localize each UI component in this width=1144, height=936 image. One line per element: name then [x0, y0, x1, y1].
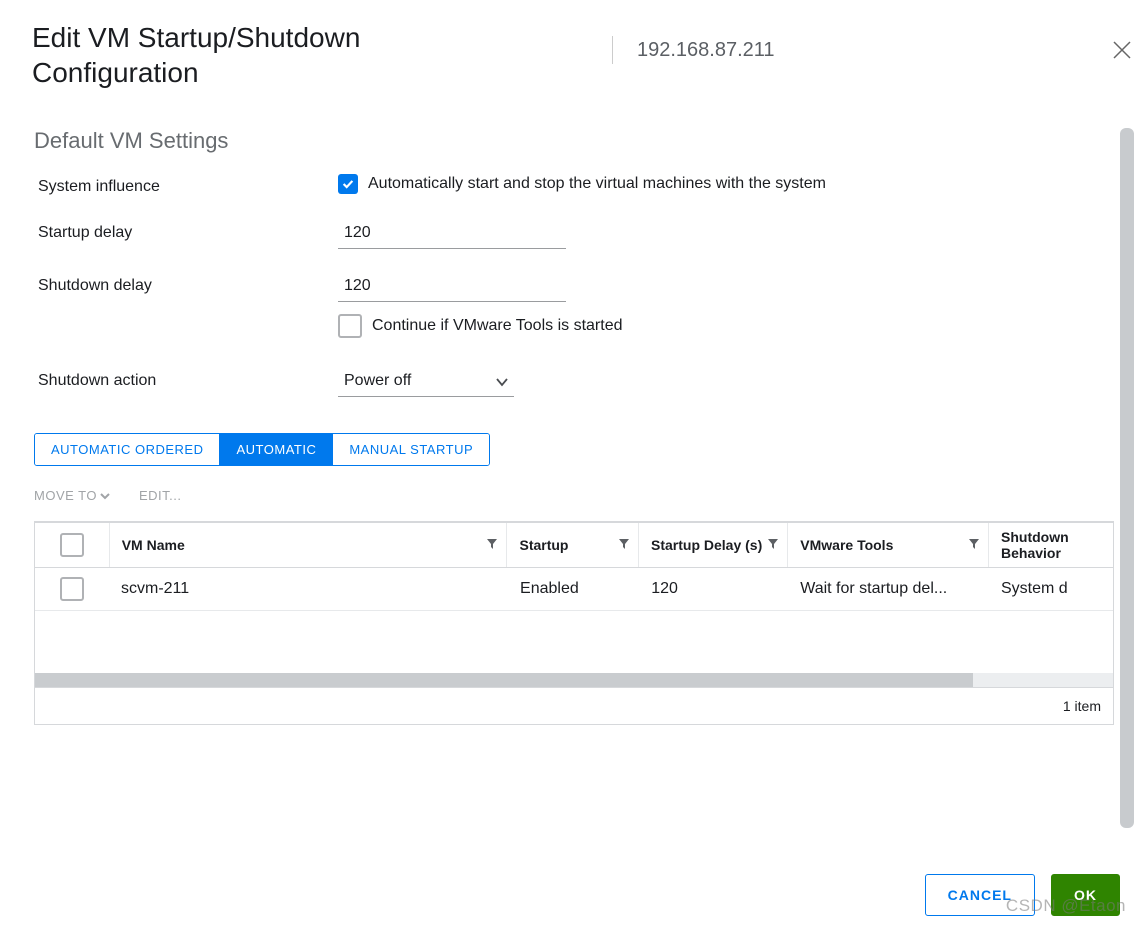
header-startup[interactable]: Startup: [507, 523, 639, 567]
header-behavior-label: Shutdown Behavior: [1001, 529, 1101, 561]
filter-icon[interactable]: [618, 537, 630, 553]
checkbox-icon: [60, 533, 84, 557]
dialog-header: Edit VM Startup/Shutdown Configuration 1…: [0, 20, 1144, 120]
header-vm-name-label: VM Name: [122, 537, 185, 553]
vertical-scrollbar[interactable]: [1120, 128, 1136, 841]
dialog: Edit VM Startup/Shutdown Configuration 1…: [0, 0, 1144, 936]
grid-header: VM Name Startup Startup Delay (s) VMware…: [35, 523, 1113, 568]
row-shutdown-delay: Shutdown delay: [38, 273, 1114, 302]
checkbox-icon: [60, 577, 84, 601]
select-shutdown-action[interactable]: Power off: [338, 368, 514, 397]
filter-icon[interactable]: [767, 537, 779, 553]
action-move-to[interactable]: MOVE TO: [34, 488, 111, 503]
header-delay[interactable]: Startup Delay (s): [639, 523, 788, 567]
filter-icon[interactable]: [486, 537, 498, 553]
grid-footer: 1 item: [35, 687, 1113, 724]
cancel-button[interactable]: CANCEL: [925, 874, 1035, 916]
action-edit[interactable]: EDIT...: [139, 488, 182, 503]
host-ip-wrap: 192.168.87.211: [612, 36, 775, 64]
input-startup-delay[interactable]: [338, 220, 566, 249]
grid-body: scvm-211 Enabled 120 Wait for startup de…: [35, 568, 1113, 673]
filter-icon[interactable]: [968, 537, 980, 553]
host-ip: 192.168.87.211: [637, 39, 775, 62]
row-continue-tools: Continue if VMware Tools is started: [38, 314, 1114, 338]
cell-startup: Enabled: [508, 568, 639, 610]
ok-button[interactable]: OK: [1051, 874, 1120, 916]
close-button[interactable]: [1110, 38, 1134, 67]
label-shutdown-action: Shutdown action: [38, 368, 338, 390]
header-startup-label: Startup: [519, 537, 568, 553]
chevron-down-icon: [494, 374, 510, 395]
scroll-thumb[interactable]: [1120, 128, 1134, 828]
cell-delay: 120: [639, 568, 788, 610]
vm-grid: VM Name Startup Startup Delay (s) VMware…: [34, 521, 1114, 725]
header-vm-name[interactable]: VM Name: [110, 523, 508, 567]
label-continue-tools: Continue if VMware Tools is started: [372, 317, 622, 335]
label-system-influence: System influence: [38, 174, 338, 196]
header-divider: [612, 36, 613, 64]
checkbox-auto-start[interactable]: Automatically start and stop the virtual…: [338, 174, 826, 194]
check-icon: [338, 174, 358, 194]
section-title: Default VM Settings: [34, 128, 1114, 154]
tab-group: AUTOMATIC ORDERED AUTOMATIC MANUAL START…: [34, 433, 490, 466]
row-system-influence: System influence Automatically start and…: [38, 174, 1114, 196]
cell-vm-name: scvm-211: [109, 568, 508, 610]
grid-actions: MOVE TO EDIT...: [34, 488, 1114, 503]
table-row[interactable]: scvm-211 Enabled 120 Wait for startup de…: [35, 568, 1113, 611]
row-startup-delay: Startup delay: [38, 220, 1114, 249]
action-move-to-label: MOVE TO: [34, 488, 97, 503]
checkbox-continue-tools[interactable]: Continue if VMware Tools is started: [338, 314, 622, 338]
tab-automatic[interactable]: AUTOMATIC: [220, 434, 333, 465]
tab-manual-startup[interactable]: MANUAL STARTUP: [333, 434, 489, 465]
header-delay-label: Startup Delay (s): [651, 537, 762, 553]
dialog-buttons: CANCEL OK: [925, 874, 1120, 916]
dialog-title: Edit VM Startup/Shutdown Configuration: [32, 20, 512, 90]
label-auto-start: Automatically start and stop the virtual…: [368, 175, 826, 193]
header-behavior[interactable]: Shutdown Behavior: [989, 523, 1113, 567]
header-select-all[interactable]: [35, 523, 110, 567]
tab-automatic-ordered[interactable]: AUTOMATIC ORDERED: [35, 434, 220, 465]
cell-tools: Wait for startup del...: [788, 568, 989, 610]
checkbox-icon: [338, 314, 362, 338]
row-checkbox[interactable]: [35, 568, 109, 610]
chevron-down-icon: [99, 490, 111, 502]
label-shutdown-delay: Shutdown delay: [38, 273, 338, 295]
cell-behavior: System d: [989, 568, 1113, 610]
row-shutdown-action: Shutdown action Power off: [38, 368, 1114, 397]
label-startup-delay: Startup delay: [38, 220, 338, 242]
spacer: [38, 314, 338, 318]
header-tools-label: VMware Tools: [800, 537, 893, 553]
dialog-content: Default VM Settings System influence Aut…: [0, 128, 1114, 841]
scroll-thumb[interactable]: [35, 673, 973, 687]
select-value: Power off: [338, 368, 514, 397]
horizontal-scrollbar[interactable]: [35, 673, 1113, 687]
input-shutdown-delay[interactable]: [338, 273, 566, 302]
header-tools[interactable]: VMware Tools: [788, 523, 989, 567]
